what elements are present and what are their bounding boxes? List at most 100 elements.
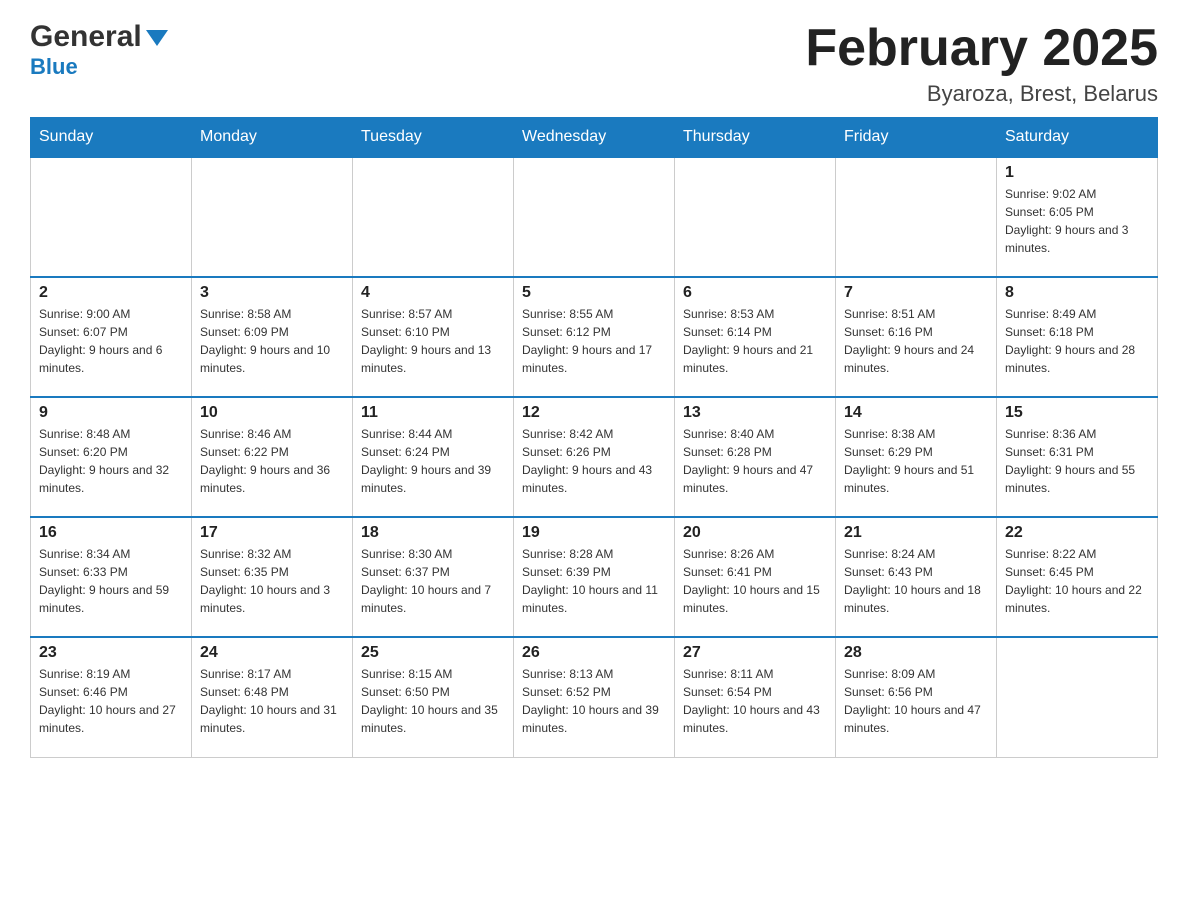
title-block: February 2025 Byaroza, Brest, Belarus [805, 20, 1158, 107]
day-number: 19 [522, 524, 666, 542]
calendar-week-row: 16 Sunrise: 8:34 AMSunset: 6:33 PMDayligh… [31, 517, 1158, 637]
day-number: 28 [844, 644, 988, 662]
day-info: Sunrise: 8:22 AMSunset: 6:45 PMDaylight:… [1005, 545, 1149, 617]
logo-general: General [30, 20, 142, 54]
day-info: Sunrise: 8:32 AMSunset: 6:35 PMDaylight:… [200, 545, 344, 617]
day-number: 21 [844, 524, 988, 542]
day-number: 4 [361, 284, 505, 302]
calendar-day-cell: 7Sunrise: 8:51 AMSunset: 6:16 PMDaylight… [836, 277, 997, 397]
calendar-day-cell: 18 Sunrise: 8:30 AMSunset: 6:37 PMDayligh… [353, 517, 514, 637]
calendar-day-cell: 4 Sunrise: 8:57 AMSunset: 6:10 PMDaylight… [353, 277, 514, 397]
day-number: 24 [200, 644, 344, 662]
calendar-day-cell [31, 157, 192, 277]
day-info: Sunrise: 8:48 AMSunset: 6:20 PMDaylight:… [39, 425, 183, 497]
calendar-day-cell: 12Sunrise: 8:42 AMSunset: 6:26 PMDayligh… [514, 397, 675, 517]
day-number: 11 [361, 404, 505, 422]
logo-blue: Blue [30, 54, 78, 79]
calendar-day-header: Friday [836, 118, 997, 158]
month-title: February 2025 [805, 20, 1158, 77]
day-info: Sunrise: 8:57 AMSunset: 6:10 PMDaylight:… [361, 305, 505, 377]
logo: General Blue [30, 20, 168, 80]
calendar-day-cell: 11 Sunrise: 8:44 AMSunset: 6:24 PMDayligh… [353, 397, 514, 517]
day-number: 26 [522, 644, 666, 662]
calendar-day-cell: 25 Sunrise: 8:15 AMSunset: 6:50 PMDayligh… [353, 637, 514, 757]
calendar-day-header: Sunday [31, 118, 192, 158]
day-info: Sunrise: 9:00 AMSunset: 6:07 PMDaylight:… [39, 305, 183, 377]
logo-icon [146, 30, 168, 46]
day-number: 5 [522, 284, 666, 302]
day-info: Sunrise: 8:28 AMSunset: 6:39 PMDaylight:… [522, 545, 666, 617]
calendar-day-cell [353, 157, 514, 277]
calendar-week-row: 23 Sunrise: 8:19 AMSunset: 6:46 PMDayligh… [31, 637, 1158, 757]
calendar-day-cell [192, 157, 353, 277]
day-number: 9 [39, 404, 183, 422]
day-number: 2 [39, 284, 183, 302]
page-header: General Blue February 2025 Byaroza, Bres… [30, 20, 1158, 107]
day-number: 23 [39, 644, 183, 662]
calendar-day-header: Monday [192, 118, 353, 158]
calendar-week-row: 2 Sunrise: 9:00 AMSunset: 6:07 PMDaylight… [31, 277, 1158, 397]
day-info: Sunrise: 8:42 AMSunset: 6:26 PMDaylight:… [522, 425, 666, 497]
calendar-day-cell: 27 Sunrise: 8:11 AMSunset: 6:54 PMDayligh… [675, 637, 836, 757]
calendar-day-cell: 23 Sunrise: 8:19 AMSunset: 6:46 PMDayligh… [31, 637, 192, 757]
day-info: Sunrise: 8:26 AMSunset: 6:41 PMDaylight:… [683, 545, 827, 617]
day-info: Sunrise: 8:49 AMSunset: 6:18 PMDaylight:… [1005, 305, 1149, 377]
day-info: Sunrise: 8:34 AMSunset: 6:33 PMDaylight:… [39, 545, 183, 617]
calendar-day-cell [836, 157, 997, 277]
calendar-day-cell: 9 Sunrise: 8:48 AMSunset: 6:20 PMDaylight… [31, 397, 192, 517]
day-info: Sunrise: 8:15 AMSunset: 6:50 PMDaylight:… [361, 665, 505, 737]
calendar-day-cell: 2 Sunrise: 9:00 AMSunset: 6:07 PMDaylight… [31, 277, 192, 397]
calendar-day-cell: 24 Sunrise: 8:17 AMSunset: 6:48 PMDayligh… [192, 637, 353, 757]
calendar-day-header: Wednesday [514, 118, 675, 158]
calendar-week-row: 1Sunrise: 9:02 AMSunset: 6:05 PMDaylight… [31, 157, 1158, 277]
calendar-day-cell: 5 Sunrise: 8:55 AMSunset: 6:12 PMDaylight… [514, 277, 675, 397]
calendar-day-cell [675, 157, 836, 277]
day-info: Sunrise: 8:44 AMSunset: 6:24 PMDaylight:… [361, 425, 505, 497]
calendar-day-cell: 21 Sunrise: 8:24 AMSunset: 6:43 PMDayligh… [836, 517, 997, 637]
calendar-table: SundayMondayTuesdayWednesdayThursdayFrid… [30, 117, 1158, 758]
calendar-day-cell: 20Sunrise: 8:26 AMSunset: 6:41 PMDayligh… [675, 517, 836, 637]
day-info: Sunrise: 8:11 AMSunset: 6:54 PMDaylight:… [683, 665, 827, 737]
day-number: 16 [39, 524, 183, 542]
day-number: 3 [200, 284, 344, 302]
day-info: Sunrise: 8:13 AMSunset: 6:52 PMDaylight:… [522, 665, 666, 737]
day-info: Sunrise: 8:19 AMSunset: 6:46 PMDaylight:… [39, 665, 183, 737]
day-info: Sunrise: 8:58 AMSunset: 6:09 PMDaylight:… [200, 305, 344, 377]
calendar-day-cell: 8 Sunrise: 8:49 AMSunset: 6:18 PMDaylight… [997, 277, 1158, 397]
day-info: Sunrise: 8:40 AMSunset: 6:28 PMDaylight:… [683, 425, 827, 497]
day-info: Sunrise: 8:09 AMSunset: 6:56 PMDaylight:… [844, 665, 988, 737]
calendar-day-cell [997, 637, 1158, 757]
calendar-day-cell: 14Sunrise: 8:38 AMSunset: 6:29 PMDayligh… [836, 397, 997, 517]
calendar-week-row: 9 Sunrise: 8:48 AMSunset: 6:20 PMDaylight… [31, 397, 1158, 517]
calendar-day-cell: 26 Sunrise: 8:13 AMSunset: 6:52 PMDayligh… [514, 637, 675, 757]
day-number: 8 [1005, 284, 1149, 302]
day-number: 27 [683, 644, 827, 662]
calendar-day-cell: 16 Sunrise: 8:34 AMSunset: 6:33 PMDayligh… [31, 517, 192, 637]
calendar-day-cell: 17Sunrise: 8:32 AMSunset: 6:35 PMDayligh… [192, 517, 353, 637]
day-info: Sunrise: 8:53 AMSunset: 6:14 PMDaylight:… [683, 305, 827, 377]
day-number: 13 [683, 404, 827, 422]
day-info: Sunrise: 8:24 AMSunset: 6:43 PMDaylight:… [844, 545, 988, 617]
day-info: Sunrise: 8:46 AMSunset: 6:22 PMDaylight:… [200, 425, 344, 497]
day-number: 25 [361, 644, 505, 662]
location-title: Byaroza, Brest, Belarus [805, 81, 1158, 107]
calendar-day-cell: 6Sunrise: 8:53 AMSunset: 6:14 PMDaylight… [675, 277, 836, 397]
day-info: Sunrise: 8:30 AMSunset: 6:37 PMDaylight:… [361, 545, 505, 617]
logo-triangle-icon [146, 30, 168, 46]
day-info: Sunrise: 8:17 AMSunset: 6:48 PMDaylight:… [200, 665, 344, 737]
calendar-header-row: SundayMondayTuesdayWednesdayThursdayFrid… [31, 118, 1158, 158]
day-number: 14 [844, 404, 988, 422]
day-number: 7 [844, 284, 988, 302]
calendar-day-cell: 19 Sunrise: 8:28 AMSunset: 6:39 PMDayligh… [514, 517, 675, 637]
calendar-day-cell: 28 Sunrise: 8:09 AMSunset: 6:56 PMDayligh… [836, 637, 997, 757]
day-info: Sunrise: 8:55 AMSunset: 6:12 PMDaylight:… [522, 305, 666, 377]
day-number: 10 [200, 404, 344, 422]
calendar-day-cell: 15 Sunrise: 8:36 AMSunset: 6:31 PMDayligh… [997, 397, 1158, 517]
calendar-day-cell: 3 Sunrise: 8:58 AMSunset: 6:09 PMDaylight… [192, 277, 353, 397]
calendar-day-header: Saturday [997, 118, 1158, 158]
day-number: 15 [1005, 404, 1149, 422]
day-info: Sunrise: 8:36 AMSunset: 6:31 PMDaylight:… [1005, 425, 1149, 497]
calendar-day-cell: 22Sunrise: 8:22 AMSunset: 6:45 PMDayligh… [997, 517, 1158, 637]
calendar-day-cell [514, 157, 675, 277]
day-number: 18 [361, 524, 505, 542]
